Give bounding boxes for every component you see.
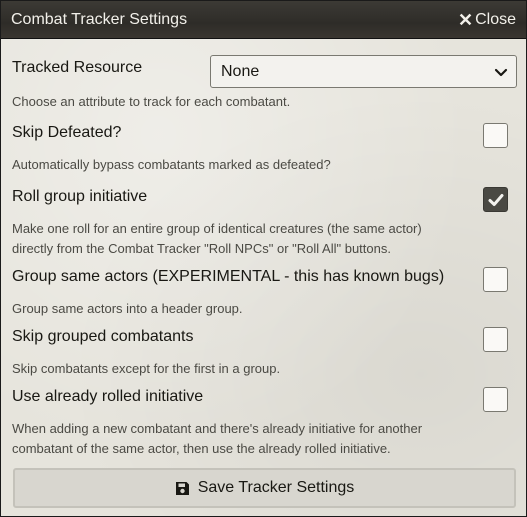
roll-group-initiative-label: Roll group initiative	[12, 188, 148, 205]
check-icon	[488, 193, 503, 206]
window-title: Combat Tracker Settings	[11, 10, 188, 28]
use-rolled-initiative-row: Use already rolled initiative	[12, 388, 515, 406]
window-titlebar[interactable]: Combat Tracker Settings ✕ Close	[1, 1, 526, 39]
save-icon	[175, 481, 189, 495]
skip-grouped-label: Skip grouped combatants	[12, 328, 194, 345]
skip-defeated-row: Skip Defeated?	[12, 124, 515, 142]
group-same-actors-label: Group same actors (EXPERIMENTAL - this h…	[12, 268, 445, 285]
roll-group-initiative-row: Roll group initiative	[12, 188, 515, 206]
use-rolled-initiative-hint-line2: combatant of the same actor, then use th…	[12, 441, 391, 456]
skip-grouped-checkbox[interactable]	[483, 327, 508, 352]
group-same-actors-row: Group same actors (EXPERIMENTAL - this h…	[12, 268, 515, 286]
save-tracker-settings-button[interactable]: Save Tracker Settings	[13, 468, 516, 508]
skip-grouped-hint: Skip combatants except for the first in …	[12, 361, 281, 376]
roll-group-initiative-hint-line2: directly from the Combat Tracker "Roll N…	[12, 241, 391, 256]
close-label: Close	[475, 10, 516, 28]
combat-tracker-settings-window: Combat Tracker Settings ✕ Close Tracked …	[0, 0, 527, 517]
skip-grouped-row: Skip grouped combatants	[12, 328, 515, 346]
use-rolled-initiative-checkbox[interactable]	[483, 387, 508, 412]
group-same-actors-hint: Group same actors into a header group.	[12, 301, 243, 316]
close-button[interactable]: ✕ Close	[458, 11, 516, 29]
roll-group-initiative-checkbox[interactable]	[483, 187, 508, 212]
close-icon: ✕	[458, 9, 474, 30]
skip-defeated-checkbox[interactable]	[483, 123, 508, 148]
use-rolled-initiative-hint-line1: When adding a new combatant and there's …	[12, 421, 423, 436]
tracked-resource-select[interactable]: None	[210, 55, 517, 88]
roll-group-initiative-hint-line1: Make one roll for an entire group of ide…	[12, 221, 422, 236]
group-same-actors-checkbox[interactable]	[483, 267, 508, 292]
save-tracker-settings-label: Save Tracker Settings	[197, 479, 355, 496]
chevron-down-icon	[494, 68, 508, 76]
skip-defeated-label: Skip Defeated?	[12, 124, 122, 141]
tracked-resource-label: Tracked Resource	[12, 59, 143, 76]
skip-defeated-hint: Automatically bypass combatants marked a…	[12, 157, 331, 172]
use-rolled-initiative-label: Use already rolled initiative	[12, 388, 204, 405]
tracked-resource-value: None	[221, 62, 260, 80]
tracked-resource-hint: Choose an attribute to track for each co…	[12, 94, 291, 109]
